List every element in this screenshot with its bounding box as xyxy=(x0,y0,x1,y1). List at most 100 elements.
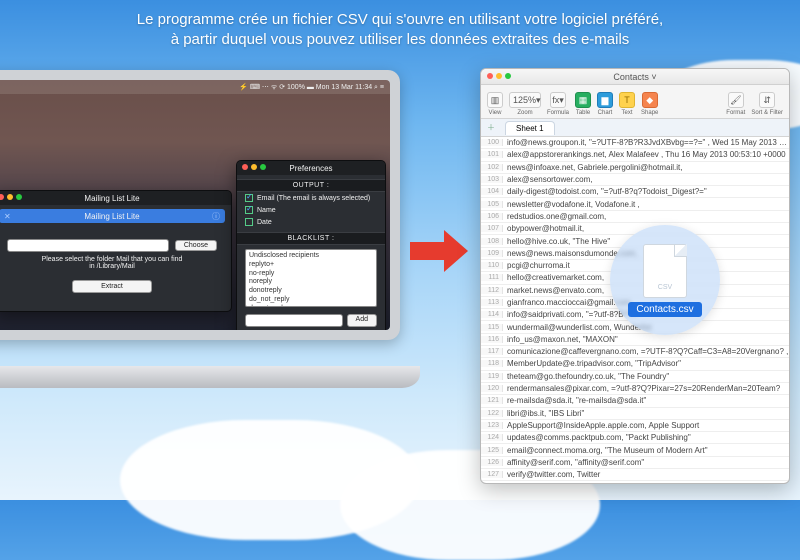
cell-value[interactable]: affinity@serif.com, "affinity@serif.com" xyxy=(503,458,789,467)
mailing-panel-header: ✕ Mailing List Lite ⓘ xyxy=(0,209,225,223)
mail-folder-path-input[interactable] xyxy=(7,239,169,252)
table-row[interactable]: 106redstudios.one@gmail.com, xyxy=(481,211,789,223)
mailing-window-titlebar[interactable]: Mailing List Lite xyxy=(0,191,231,205)
cell-value[interactable]: info_us@maxon.net, "MAXON" xyxy=(503,335,789,344)
cell-value[interactable]: alex@appstorerankings.net, Alex Malafeev… xyxy=(503,150,789,159)
table-row[interactable]: 122libri@ibs.it, "IBS Libri" xyxy=(481,408,789,420)
blacklist-item[interactable]: replyto+ xyxy=(249,261,373,270)
mailing-window-title: Mailing List Lite xyxy=(84,194,139,203)
maximize-icon[interactable] xyxy=(260,164,266,170)
toolbar-formula[interactable]: fx▾Formula xyxy=(547,92,569,116)
blacklist-list[interactable]: Undisclosed recipientsreplyto+no-replyno… xyxy=(245,249,377,307)
panel-close-icon[interactable]: ✕ xyxy=(4,212,11,221)
cell-value[interactable]: theteam@go.thefoundry.co.uk, "The Foundr… xyxy=(503,372,789,381)
table-row[interactable]: 118MemberUpdate@e.tripadvisor.com, "Trip… xyxy=(481,358,789,370)
choose-button[interactable]: Choose xyxy=(175,240,217,251)
output-option[interactable]: Date xyxy=(237,216,385,228)
table-row[interactable]: 105newsletter@vodafone.it, Vodafone.it , xyxy=(481,198,789,210)
cell-value[interactable]: redstudios.one@gmail.com, xyxy=(503,212,789,221)
blacklist-add-input[interactable] xyxy=(245,314,343,327)
blacklist-item[interactable]: Undisclosed recipients xyxy=(249,252,373,261)
arrow-icon xyxy=(410,230,470,272)
cell-value[interactable]: re-mailsda@sda.it, "re-mailsda@sda.it" xyxy=(503,396,789,405)
close-icon[interactable] xyxy=(242,164,248,170)
toolbar-text[interactable]: TText xyxy=(619,92,635,116)
output-option-label: Date xyxy=(257,219,272,226)
row-number: 117 xyxy=(481,348,503,355)
blacklist-item[interactable]: no-reply xyxy=(249,270,373,279)
table-row[interactable]: 123AppleSupport@InsideApple.apple.com, A… xyxy=(481,420,789,432)
row-number: 121 xyxy=(481,397,503,404)
prefs-title: Preferences xyxy=(289,164,332,173)
table-row[interactable]: 104daily-digest@todoist.com, "=?utf-8?q?… xyxy=(481,186,789,198)
mailing-panel-title: Mailing List Lite xyxy=(84,212,139,221)
cell-value[interactable]: newsletter@vodafone.it, Vodafone.it , xyxy=(503,200,789,209)
table-row[interactable]: 120rendermansales@pixar.com, =?utf-8?Q?P… xyxy=(481,383,789,395)
table-row[interactable]: 100info@news.groupon.it, "=?UTF-8?B?R3Jv… xyxy=(481,137,789,149)
blacklist-item[interactable]: noreply xyxy=(249,278,373,287)
blacklist-item[interactable]: donotreply xyxy=(249,287,373,296)
spreadsheet-doc-title[interactable]: Contacts ˅ xyxy=(613,72,656,82)
blacklist-add-button[interactable]: Add xyxy=(347,314,377,327)
row-number: 105 xyxy=(481,201,503,208)
table-row[interactable]: 116info_us@maxon.net, "MAXON" xyxy=(481,334,789,346)
table-row[interactable]: 102news@infoaxe.net, Gabriele.pergolini@… xyxy=(481,162,789,174)
table-row[interactable]: 119theteam@go.thefoundry.co.uk, "The Fou… xyxy=(481,371,789,383)
close-icon[interactable] xyxy=(0,194,4,200)
output-option[interactable]: Email (The email is always selected) xyxy=(237,192,385,204)
output-option[interactable]: Name xyxy=(237,204,385,216)
close-icon[interactable] xyxy=(487,73,493,79)
laptop-base xyxy=(0,366,420,388)
toolbar-chart[interactable]: ▆Chart xyxy=(597,92,613,116)
checkbox-icon[interactable] xyxy=(245,194,253,202)
toolbar-table[interactable]: ▦Table xyxy=(575,92,591,116)
sheet-tab-strip: ＋ Sheet 1 xyxy=(481,119,789,137)
toolbar-format[interactable]: 🖌Format xyxy=(726,92,745,116)
table-row[interactable]: 101alex@appstorerankings.net, Alex Malaf… xyxy=(481,149,789,161)
maximize-icon[interactable] xyxy=(16,194,22,200)
output-option-label: Name xyxy=(257,207,276,214)
cell-value[interactable]: MemberUpdate@e.tripadvisor.com, "TripAdv… xyxy=(503,359,789,368)
cell-value[interactable]: comunicazione@caffevergnano.com, =?UTF-8… xyxy=(503,347,789,356)
toolbar-shape[interactable]: ◆Shape xyxy=(641,92,658,116)
table-row[interactable]: 117comunicazione@caffevergnano.com, =?UT… xyxy=(481,346,789,358)
cell-value[interactable]: info@freedesignresources.net, =?UTF-8?Q?… xyxy=(503,482,789,483)
toolbar-sort-filter[interactable]: ⇵Sort & Filter xyxy=(751,92,783,116)
cell-value[interactable]: info@news.groupon.it, "=?UTF-8?B?R3JvdXB… xyxy=(503,138,789,147)
table-row[interactable]: 125email@connect.moma.org, "The Museum o… xyxy=(481,444,789,456)
prefs-titlebar[interactable]: Preferences xyxy=(237,161,385,175)
cell-value[interactable]: verify@twitter.com, Twitter xyxy=(503,470,789,479)
cell-value[interactable]: rendermansales@pixar.com, =?utf-8?Q?Pixa… xyxy=(503,384,789,393)
spreadsheet-titlebar[interactable]: Contacts ˅ xyxy=(481,69,789,85)
table-row[interactable]: 127verify@twitter.com, Twitter xyxy=(481,469,789,481)
add-sheet-icon[interactable]: ＋ xyxy=(481,122,501,133)
cell-value[interactable]: libri@ibs.it, "IBS Libri" xyxy=(503,409,789,418)
checkbox-icon[interactable] xyxy=(245,206,253,214)
blacklist-item[interactable]: do_not_reply xyxy=(249,296,373,305)
cell-value[interactable]: updates@comms.packtpub.com, "Packt Publi… xyxy=(503,433,789,442)
minimize-icon[interactable] xyxy=(251,164,257,170)
minimize-icon[interactable] xyxy=(7,194,13,200)
cell-value[interactable]: daily-digest@todoist.com, "=?utf-8?q?Tod… xyxy=(503,187,789,196)
row-number: 111 xyxy=(481,274,503,281)
cell-value[interactable]: email@connect.moma.org, "The Museum of M… xyxy=(503,446,789,455)
table-row[interactable]: 121re-mailsda@sda.it, "re-mailsda@sda.it… xyxy=(481,395,789,407)
checkbox-icon[interactable] xyxy=(245,218,253,226)
toolbar-zoom[interactable]: 125%▾Zoom xyxy=(509,92,541,116)
row-number: 102 xyxy=(481,164,503,171)
table-row[interactable]: 103alex@sensortower.com, xyxy=(481,174,789,186)
extract-button[interactable]: Extract xyxy=(72,280,152,293)
minimize-icon[interactable] xyxy=(496,73,502,79)
csv-file-icon: CSV xyxy=(643,244,687,298)
table-row[interactable]: 124updates@comms.packtpub.com, "Packt Pu… xyxy=(481,432,789,444)
info-icon[interactable]: ⓘ xyxy=(212,211,220,222)
table-row[interactable]: 128info@freedesignresources.net, =?UTF-8… xyxy=(481,481,789,483)
maximize-icon[interactable] xyxy=(505,73,511,79)
cell-value[interactable]: AppleSupport@InsideApple.apple.com, Appl… xyxy=(503,421,789,430)
cell-value[interactable]: alex@sensortower.com, xyxy=(503,175,789,184)
blacklist-item[interactable]: do-not-reply xyxy=(249,305,373,308)
sheet-tab-1[interactable]: Sheet 1 xyxy=(505,121,555,135)
table-row[interactable]: 126affinity@serif.com, "affinity@serif.c… xyxy=(481,457,789,469)
toolbar-view[interactable]: ▥View xyxy=(487,92,503,116)
cell-value[interactable]: news@infoaxe.net, Gabriele.pergolini@hot… xyxy=(503,163,789,172)
